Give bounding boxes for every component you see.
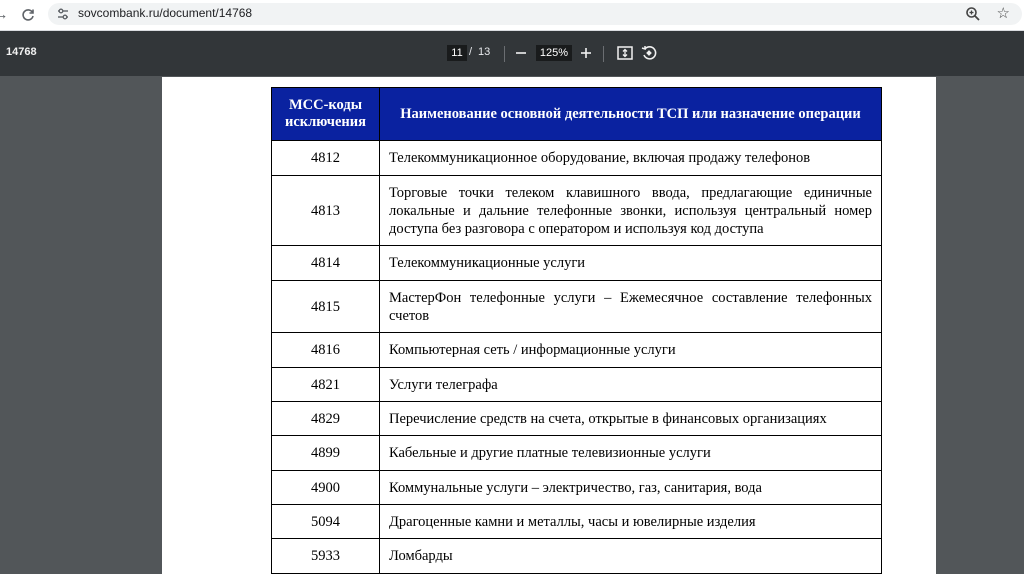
mcc-code: 4899: [271, 435, 380, 471]
table-row: 4829 Перечисление средств на счета, откр…: [271, 401, 882, 436]
zoom-out-button[interactable]: [511, 42, 531, 64]
page-separator: /: [469, 46, 473, 58]
mcc-code: 4813: [271, 175, 380, 246]
address-bar[interactable]: sovcombank.ru/document/14768 ☆: [48, 3, 1022, 25]
toolbar-divider: [603, 46, 604, 62]
toolbar-divider: [504, 46, 505, 62]
forward-icon[interactable]: →: [0, 4, 12, 26]
fit-to-page-icon[interactable]: [616, 44, 634, 62]
mcc-code: 5933: [271, 538, 380, 574]
zoom-magnifier-icon[interactable]: [964, 5, 982, 23]
table-row: 4899 Кабельные и другие платные телевизи…: [271, 435, 882, 471]
mcc-table: MCC-коды исключения Наименование основно…: [271, 87, 882, 574]
mcc-code: 4815: [271, 280, 380, 333]
table-row: 5094 Драгоценные камни и металлы, часы и…: [271, 504, 882, 539]
reload-icon[interactable]: [17, 4, 39, 26]
url-text[interactable]: sovcombank.ru/document/14768: [78, 6, 252, 20]
mcc-code: 5094: [271, 504, 380, 539]
table-row: 4812 Телекоммуникационное оборудование, …: [271, 140, 882, 176]
document-title: 14768: [6, 46, 37, 58]
mcc-code: 4812: [271, 140, 380, 176]
table-row: 4813 Торговые точки телеком клавишного в…: [271, 175, 882, 246]
mcc-description: Телекоммуникационные услуги: [379, 245, 882, 281]
mcc-description: МастерФон телефонные услуги – Ежемесячно…: [379, 280, 882, 333]
rotate-icon[interactable]: [640, 44, 658, 62]
zoom-level-input[interactable]: 125%: [536, 45, 572, 61]
mcc-description: Ломбарды: [379, 538, 882, 574]
site-info-icon[interactable]: [56, 7, 70, 21]
header-mcc-codes: MCC-коды исключения: [271, 87, 380, 141]
page-number-input[interactable]: 11: [447, 45, 467, 61]
mcc-description: Кабельные и другие платные телевизионные…: [379, 435, 882, 471]
mcc-description: Драгоценные камни и металлы, часы и ювел…: [379, 504, 882, 539]
pdf-toolbar: 14768 11 / 13 125%: [0, 31, 1024, 76]
mcc-code: 4900: [271, 470, 380, 505]
table-header-row: MCC-коды исключения Наименование основно…: [271, 87, 882, 141]
table-row: 4815 МастерФон телефонные услуги – Ежеме…: [271, 280, 882, 333]
mcc-description: Телекоммуникационное оборудование, включ…: [379, 140, 882, 176]
header-description: Наименование основной деятельности ТСП и…: [379, 87, 882, 141]
table-row: 4814 Телекоммуникационные услуги: [271, 245, 882, 281]
mcc-description: Услуги телеграфа: [379, 367, 882, 402]
mcc-code: 4829: [271, 401, 380, 436]
mcc-description: Коммунальные услуги – электричество, газ…: [379, 470, 882, 505]
table-row: 4816 Компьютерная сеть / информационные …: [271, 332, 882, 368]
mcc-code: 4816: [271, 332, 380, 368]
table-row: 4821 Услуги телеграфа: [271, 367, 882, 402]
table-row: 5933 Ломбарды: [271, 538, 882, 574]
mcc-description: Перечисление средств на счета, открытые …: [379, 401, 882, 436]
total-pages: 13: [478, 46, 491, 58]
mcc-code: 4814: [271, 245, 380, 281]
browser-toolbar: → sovcombank.ru/document/14768 ☆: [0, 0, 1024, 31]
mcc-description: Компьютерная сеть / информационные услуг…: [379, 332, 882, 368]
zoom-in-button[interactable]: [576, 42, 596, 64]
bookmark-star-icon[interactable]: ☆: [997, 3, 1010, 25]
table-row: 4900 Коммунальные услуги – электричество…: [271, 470, 882, 505]
mcc-code: 4821: [271, 367, 380, 402]
mcc-description: Торговые точки телеком клавишного ввода,…: [379, 175, 882, 246]
pdf-page: MCC-коды исключения Наименование основно…: [162, 77, 936, 574]
